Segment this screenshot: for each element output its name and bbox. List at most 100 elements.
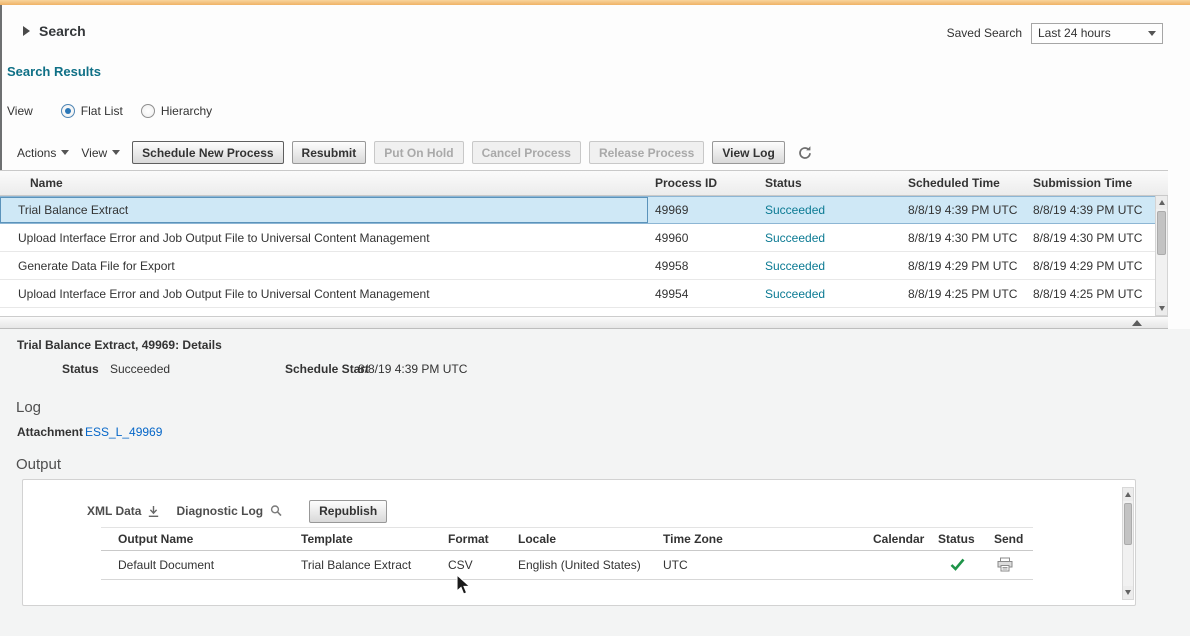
dropdown-arrow-icon [1148,31,1156,36]
mouse-cursor-icon [455,574,473,596]
output-scroll-up-icon[interactable] [1123,488,1133,501]
view-menu-arrow-icon [112,150,120,155]
attachment-label: Attachment [17,425,83,439]
schedule-new-process-button[interactable]: Schedule New Process [132,141,283,164]
schedule-start-label: Schedule Start [285,362,369,376]
column-header-scheduled-time[interactable]: Scheduled Time [900,171,1028,195]
process-name: Upload Interface Error and Job Output Fi… [0,280,648,307]
view-log-button[interactable]: View Log [712,141,784,164]
put-on-hold-button: Put On Hold [374,141,463,164]
xml-data-link[interactable]: XML Data [87,504,141,518]
output-row[interactable]: Default Document Trial Balance Extract C… [101,551,1033,580]
resubmit-button[interactable]: Resubmit [292,141,367,164]
diagnostic-log-icon[interactable] [269,504,283,518]
actions-menu-arrow-icon [61,150,69,155]
output-col-format: Format [448,532,489,546]
search-section-title: Search [39,23,86,39]
success-check-icon [950,558,965,574]
release-process-button: Release Process [589,141,704,164]
output-table-header: Output Name Template Format Locale Time … [101,527,1033,551]
radio-hierarchy[interactable] [141,104,155,118]
cancel-process-button: Cancel Process [472,141,581,164]
output-scroll-down-icon[interactable] [1123,586,1133,599]
output-col-output-name: Output Name [118,532,193,546]
output-section-title: Output [16,456,61,473]
process-id: 49960 [648,224,758,251]
output-format: CSV [448,558,473,572]
download-icon[interactable] [147,505,160,518]
output-box: XML Data Diagnostic Log Republish [22,479,1136,606]
output-locale: English (United States) [518,558,641,572]
saved-search-select[interactable]: Last 24 hours [1031,23,1163,44]
output-col-locale: Locale [518,532,556,546]
output-col-calendar: Calendar [873,532,924,546]
details-title: Trial Balance Extract, 49969: Details [17,338,222,352]
output-time-zone: UTC [663,558,688,572]
output-col-status: Status [938,532,975,546]
process-status: Succeeded [758,252,900,279]
view-menu[interactable]: View [81,146,124,160]
table-header: Name Process ID Status Scheduled Time Su… [0,170,1168,196]
process-status: Succeeded [758,197,900,223]
process-table: Name Process ID Status Scheduled Time Su… [0,170,1168,316]
scheduled-processes-page: Search Saved Search Last 24 hours Search… [0,0,1190,636]
output-scrollbar-thumb[interactable] [1124,503,1132,545]
submission-time: 8/8/19 4:39 PM UTC [1028,197,1155,223]
search-expand-icon[interactable] [23,26,30,36]
table-row[interactable]: Trial Balance Extract 49969 Succeeded 8/… [0,196,1168,224]
output-template: Trial Balance Extract [301,558,411,572]
output-col-send: Send [994,532,1023,546]
panel-splitter[interactable] [0,316,1168,329]
column-header-submission-time[interactable]: Submission Time [1028,171,1155,195]
output-table: Output Name Template Format Locale Time … [101,527,1033,580]
radio-flat-list[interactable] [61,104,75,118]
details-status-label: Status [62,362,99,376]
actions-menu[interactable]: Actions [17,146,73,160]
actions-menu-label: Actions [17,146,56,160]
table-scrollbar-thumb[interactable] [1157,211,1166,255]
saved-search-value: Last 24 hours [1038,26,1111,40]
search-section-header[interactable]: Search [23,23,86,39]
output-name: Default Document [118,558,214,572]
search-results-title: Search Results [7,64,101,79]
scheduled-time: 8/8/19 4:29 PM UTC [900,252,1028,279]
output-scrollbar[interactable] [1122,487,1134,600]
column-header-process-id[interactable]: Process ID [648,171,758,195]
refresh-icon[interactable] [797,145,813,161]
column-header-status[interactable]: Status [758,171,900,195]
view-options: View Flat List Hierarchy [7,103,230,119]
column-header-name[interactable]: Name [0,171,648,195]
process-status: Succeeded [758,224,900,251]
table-row[interactable]: Upload Interface Error and Job Output Fi… [0,280,1168,308]
results-toolbar: Actions View Schedule New Process Resubm… [17,141,813,164]
splitter-collapse-icon[interactable] [1132,320,1142,326]
republish-button[interactable]: Republish [309,500,387,523]
send-icon[interactable] [997,557,1013,575]
scroll-down-icon[interactable] [1156,302,1167,315]
schedule-start-value: 8/8/19 4:39 PM UTC [358,362,467,376]
scheduled-time: 8/8/19 4:39 PM UTC [900,197,1028,223]
scheduled-time: 8/8/19 4:30 PM UTC [900,224,1028,251]
process-name: Trial Balance Extract [0,197,648,223]
output-col-template: Template [301,532,353,546]
table-row[interactable]: Upload Interface Error and Job Output Fi… [0,224,1168,252]
process-id: 49954 [648,280,758,307]
output-toolbar: XML Data Diagnostic Log Republish [87,499,387,523]
radio-flat-list-label[interactable]: Flat List [81,104,123,118]
table-scrollbar[interactable] [1155,196,1168,316]
submission-time: 8/8/19 4:25 PM UTC [1028,280,1155,307]
view-label: View [7,104,33,118]
table-row[interactable]: Generate Data File for Export 49958 Succ… [0,252,1168,280]
top-accent-bar [0,0,1190,5]
process-status: Succeeded [758,280,900,307]
attachment-link[interactable]: ESS_L_49969 [85,425,162,439]
process-name: Upload Interface Error and Job Output Fi… [0,224,648,251]
scroll-up-icon[interactable] [1156,196,1167,209]
saved-search: Saved Search Last 24 hours [947,22,1163,44]
radio-hierarchy-label[interactable]: Hierarchy [161,104,212,118]
details-panel: Trial Balance Extract, 49969: Details St… [0,329,1190,636]
diagnostic-log-link[interactable]: Diagnostic Log [176,504,263,518]
process-id: 49958 [648,252,758,279]
log-section-title: Log [16,399,41,416]
view-menu-label: View [81,146,107,160]
